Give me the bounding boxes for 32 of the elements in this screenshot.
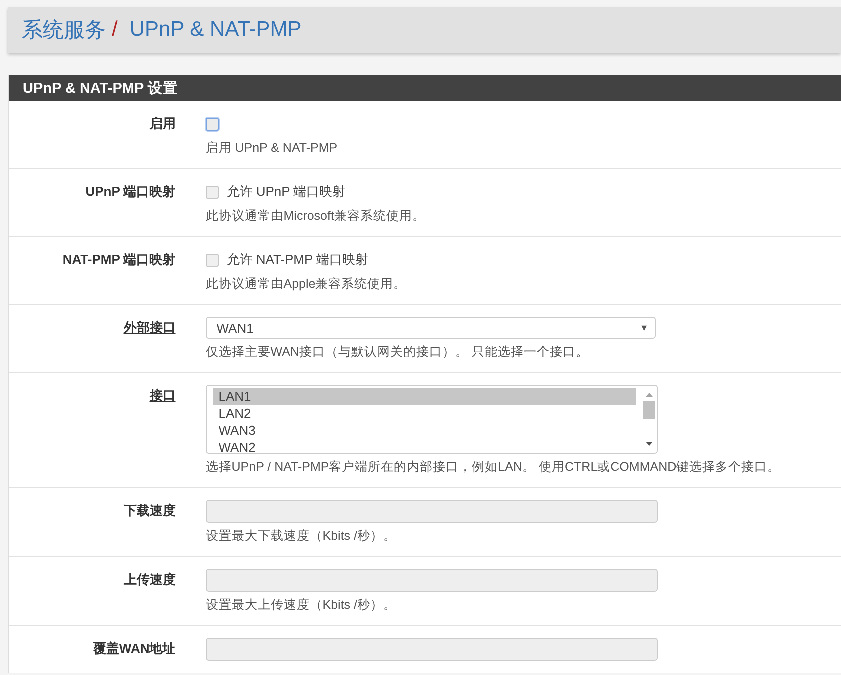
help-text: 此协议通常由Microsoft兼容系统使用。: [206, 208, 426, 224]
scrollbar-thumb[interactable]: [643, 401, 656, 419]
scroll-up-icon[interactable]: [644, 392, 654, 398]
field-label: 启用: [150, 116, 176, 131]
field-label: 覆盖WAN地址: [93, 641, 176, 656]
field-label: UPnP 端口映射: [86, 184, 176, 199]
list-option[interactable]: WAN3: [212, 422, 636, 439]
field-label: NAT-PMP 端口映射: [62, 252, 176, 267]
field-label: 下载速度: [124, 503, 176, 518]
list-option[interactable]: LAN1: [212, 388, 636, 405]
field-label-link[interactable]: 外部接口: [124, 320, 176, 335]
checkbox-label: 允许 UPnP 端口映射: [226, 183, 346, 201]
dropdown-arrow: ▼: [640, 323, 649, 333]
help-text: 设置最大上传速度（Kbits /秒）。: [206, 597, 398, 613]
interface-listbox[interactable]: LAN1 LAN2 WAN3 WAN2: [206, 385, 658, 454]
dropdown[interactable]: WAN1 ▼: [206, 317, 656, 339]
breadcrumb-separator: /: [112, 18, 118, 42]
scroll-down-icon[interactable]: [644, 441, 654, 447]
checkbox[interactable]: [206, 118, 219, 130]
panel-title: UPnP & NAT-PMP 设置: [23, 80, 178, 98]
help-text: 选择UPnP / NAT-PMP客户端所在的内部接口，例如LAN。 使用CTRL或COMMAND键选择多个接口。: [206, 459, 782, 475]
help-text: 此协议通常由Apple兼容系统使用。: [206, 276, 408, 292]
list-option[interactable]: WAN2: [212, 439, 636, 456]
field-label: 上传速度: [124, 572, 176, 587]
help-text: 设置最大下载速度（Kbits /秒）。: [206, 528, 398, 544]
breadcrumb-link[interactable]: 系统服务: [22, 16, 106, 44]
checkbox-label: 允许 NAT-PMP 端口映射: [226, 251, 369, 269]
help-text: 仅选择主要WAN接口（与默认网关的接口）。 只能选择一个接口。: [206, 344, 590, 360]
field-label-link[interactable]: 接口: [150, 388, 176, 403]
help-text: 启用 UPnP & NAT-PMP: [206, 140, 339, 156]
list-option[interactable]: LAN2: [212, 405, 636, 422]
page-title: UPnP & NAT-PMP: [130, 18, 302, 42]
